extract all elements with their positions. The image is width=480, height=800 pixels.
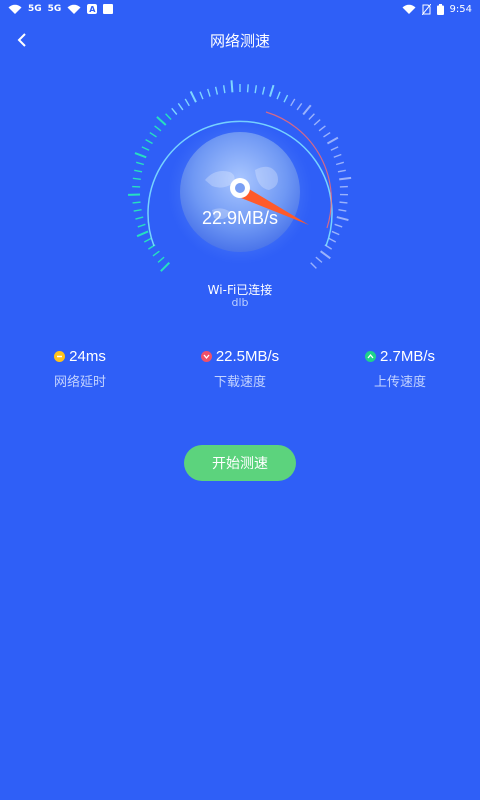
gauge-tick [268, 84, 275, 97]
upload-label: 上传速度 [373, 375, 426, 390]
gauge-tick [214, 86, 219, 95]
gauge-tick [296, 102, 303, 111]
gauge-tick [283, 94, 289, 103]
stat-latency: 24ms 网络延时 [20, 348, 140, 390]
gauge-tick [152, 250, 160, 257]
gauge-tick [308, 113, 315, 121]
battery-icon [436, 3, 444, 15]
start-speed-test-button[interactable]: 开始测速 [184, 445, 296, 481]
wifi-icon [402, 4, 416, 14]
gauge-tick [323, 131, 331, 138]
gauge-tick [171, 107, 178, 115]
gauge-tick [132, 177, 141, 181]
gauge-tick [177, 102, 184, 111]
gauge-tick [165, 113, 172, 121]
gauge-tick [230, 80, 234, 93]
gauge-tick [156, 116, 167, 126]
gauge-tick [184, 98, 190, 107]
latency-label: 网络延时 [53, 375, 106, 390]
status-time: 9:54 [449, 3, 472, 15]
gauge-tick [134, 152, 147, 159]
gauge-tick [145, 138, 153, 145]
download-label: 下载速度 [213, 375, 266, 390]
speed-gauge: 22.9MB/s [120, 80, 360, 280]
gauge-tick [313, 119, 321, 126]
latency-value: 24ms [69, 348, 106, 365]
gauge-tick [207, 88, 211, 97]
square-notification-icon [103, 4, 114, 14]
needle-hub-inner [235, 183, 245, 193]
gauge-tick [339, 201, 348, 204]
gauge-tick [328, 237, 337, 243]
gauge-tick [141, 146, 150, 151]
stats-row: 24ms 网络延时 22.5MB/s 下载速度 2.7MB/s 上传速度 [0, 348, 480, 398]
no-sim-icon [421, 3, 431, 15]
gauge-graphic [128, 80, 352, 272]
download-icon [200, 351, 212, 362]
stat-download: 22.5MB/s 下载速度 [180, 348, 300, 390]
gauge-tick [157, 256, 165, 263]
gauge-tick [276, 91, 281, 100]
upload-value: 2.7MB/s [379, 348, 436, 365]
gauge-tick [326, 136, 339, 145]
gauge-tick [154, 125, 162, 132]
gauge-tick [302, 104, 312, 116]
gauge-tick [310, 262, 317, 269]
gauge-tick [132, 201, 141, 204]
gauge-tick [143, 237, 152, 243]
wifi-signal-icon-2 [67, 4, 81, 14]
gauge-tick [333, 153, 342, 158]
header: 网络测速 [0, 26, 480, 54]
network-type-1: 5G [28, 4, 42, 14]
gauge-tick [135, 161, 145, 166]
gauge-tick [134, 169, 143, 173]
gauge-tick [149, 131, 157, 138]
back-button[interactable] [10, 26, 34, 54]
gauge-tick [335, 161, 345, 166]
download-value: 22.5MB/s [215, 348, 280, 365]
gauge-tick [136, 230, 149, 238]
gauge-tick [160, 262, 170, 272]
current-speed: 22.9MB/s [201, 208, 279, 228]
gauge-tick [199, 91, 204, 100]
gauge-tick [315, 256, 323, 263]
network-type-2: 5G [47, 4, 62, 14]
gauge-tick [339, 176, 352, 181]
chevron-left-icon [17, 33, 26, 47]
wifi-name: dlb [231, 296, 249, 309]
stat-upload: 2.7MB/s 上传速度 [340, 348, 460, 390]
gauge-tick [261, 86, 266, 95]
wifi-signal-icon [8, 4, 22, 14]
gauge-tick [290, 98, 296, 107]
gauge-tick [331, 230, 340, 236]
gauge-tick [320, 250, 331, 260]
gauge-tick [330, 146, 339, 151]
upload-icon [364, 351, 376, 362]
page-title: 网络测速 [209, 31, 270, 50]
latency-icon [54, 351, 66, 362]
gauge-tick [246, 84, 249, 93]
gauge-tick [337, 169, 346, 173]
gauge-tick [222, 85, 226, 94]
gauge-tick [189, 91, 197, 103]
status-bar: 5G 5G A 9:54 [0, 0, 480, 18]
gauge-tick [254, 85, 258, 94]
gauge-tick [318, 125, 326, 132]
app-notification-icon: A [87, 4, 98, 14]
